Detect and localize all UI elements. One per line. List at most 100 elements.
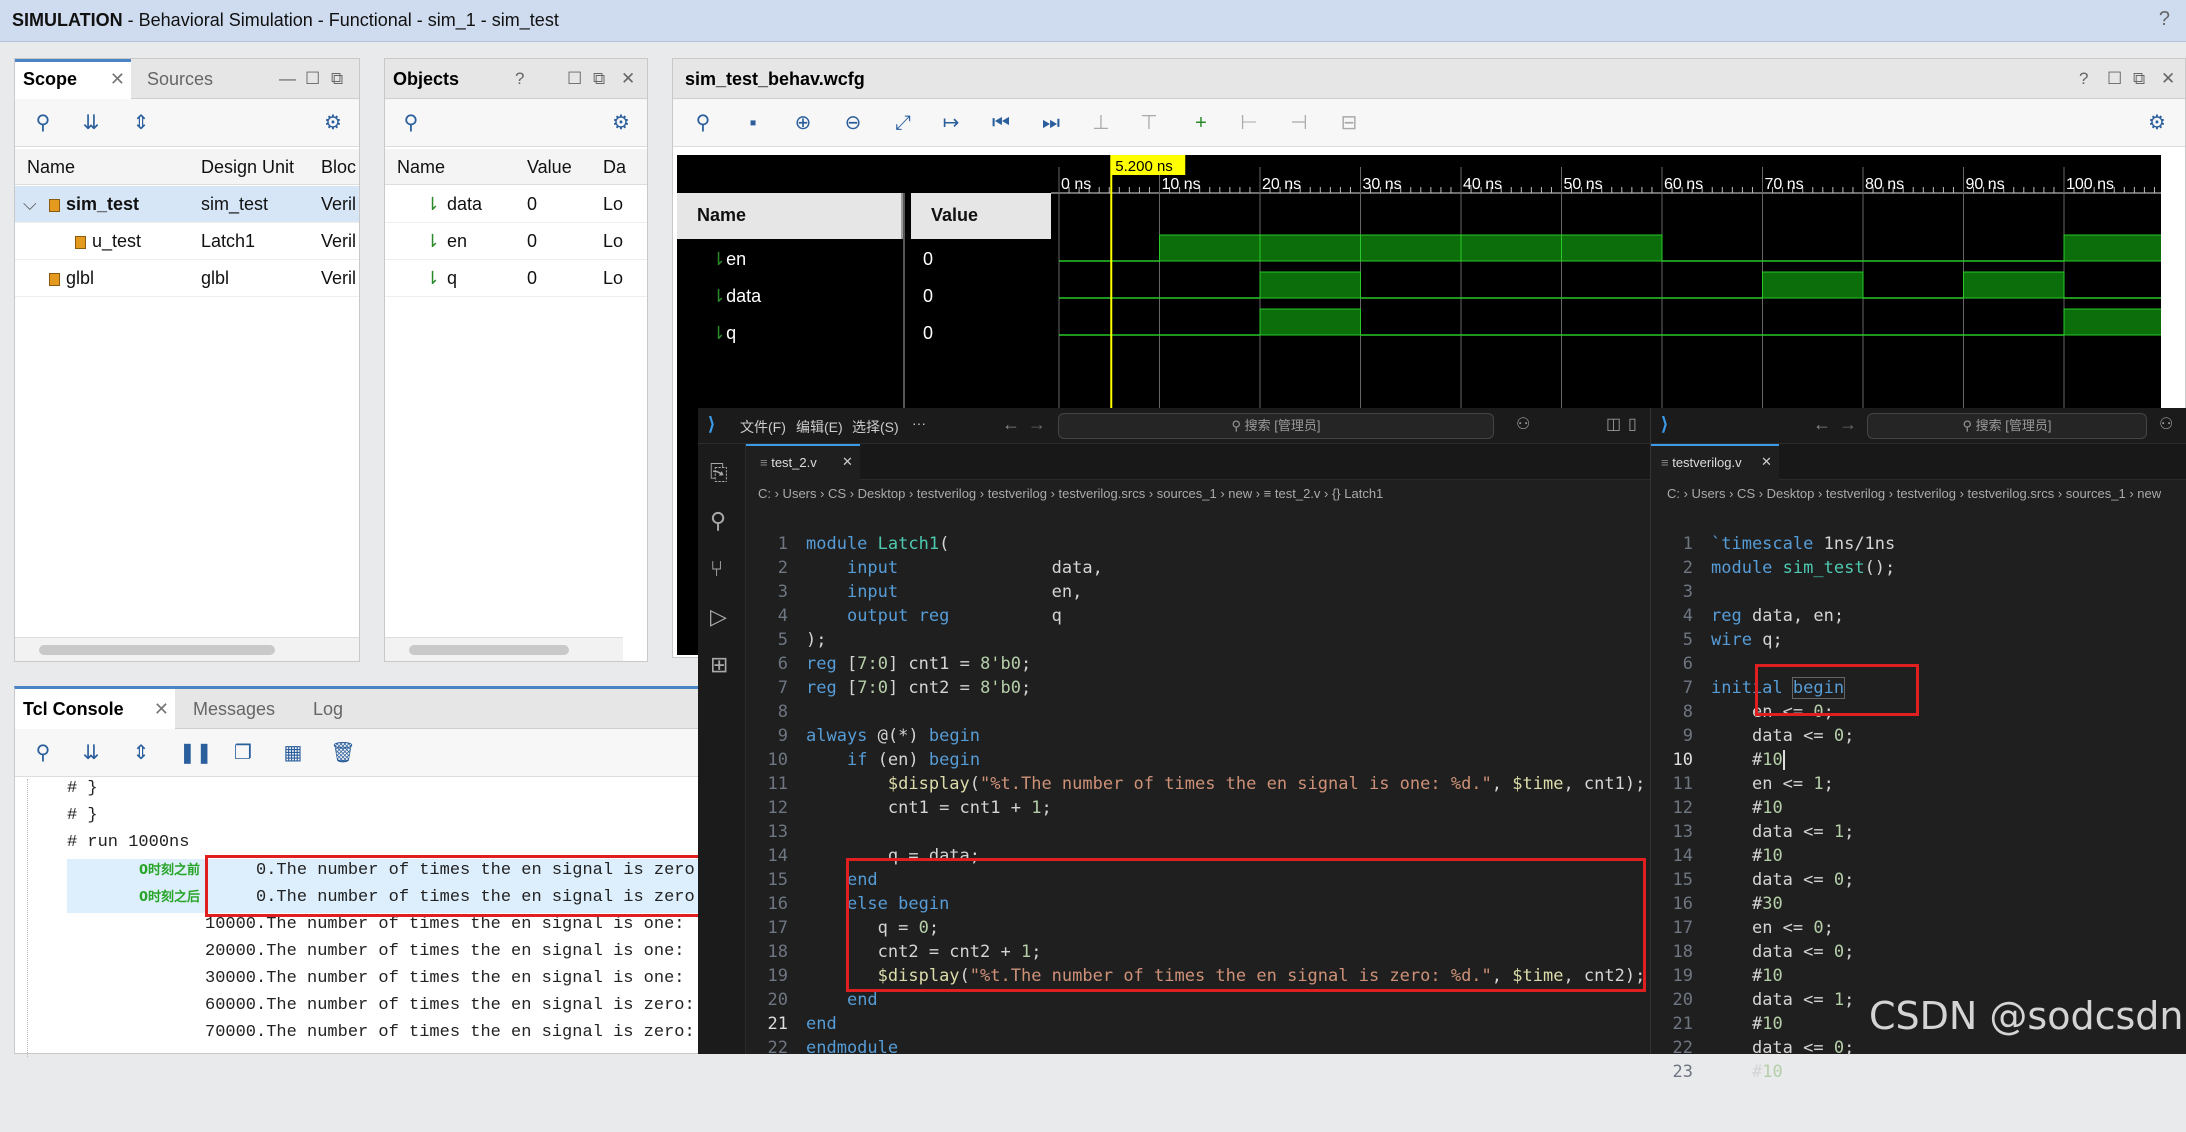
- swap-cursors-icon[interactable]: ⊟: [1335, 109, 1363, 137]
- col-design-unit[interactable]: Design Unit: [201, 157, 294, 178]
- expand-all-icon[interactable]: ⇕: [127, 739, 155, 767]
- tcl-output[interactable]: # } # } # run 1000ns 0时刻之前 0时刻之后 0.The n…: [15, 779, 756, 1057]
- scope-row[interactable]: u_test Latch1 Veril: [15, 223, 359, 260]
- tab-wcfg[interactable]: sim_test_behav.wcfg: [677, 59, 873, 99]
- object-row[interactable]: ⇂ data 0 Lo: [385, 186, 647, 223]
- maximize-icon[interactable]: ☐: [305, 69, 320, 89]
- signal-name-q[interactable]: ⇂q: [711, 323, 736, 344]
- value-header[interactable]: Value: [931, 205, 978, 226]
- help-icon[interactable]: ?: [515, 69, 524, 89]
- name-header-cell: Name: [677, 193, 903, 239]
- horizontal-scrollbar[interactable]: [15, 637, 359, 661]
- trash-icon[interactable]: 🗑: [329, 739, 357, 767]
- float-icon[interactable]: ⧉: [331, 69, 343, 89]
- close-icon[interactable]: ✕: [842, 454, 853, 470]
- tab-log[interactable]: Log: [305, 689, 351, 729]
- close-icon[interactable]: ✕: [621, 69, 635, 89]
- copilot-icon[interactable]: ⚇: [2159, 414, 2173, 434]
- command-search-input[interactable]: ⚲ 搜索 [管理员]: [1867, 413, 2147, 439]
- goto-cursor-icon[interactable]: ↦: [937, 109, 965, 137]
- col-block[interactable]: Bloc: [321, 157, 356, 178]
- gear-icon[interactable]: ⚙: [2143, 109, 2171, 137]
- signal-name-en[interactable]: ⇂en: [711, 249, 746, 270]
- copilot-icon[interactable]: ⚇: [1516, 414, 1530, 434]
- signal-name-data[interactable]: ⇂data: [711, 286, 761, 307]
- back-arrow-icon[interactable]: ←: [1813, 414, 1831, 435]
- object-row[interactable]: ⇂ en 0 Lo: [385, 223, 647, 260]
- scope-row[interactable]: ⌵ sim_test sim_test Veril: [15, 186, 359, 223]
- tab-messages[interactable]: Messages: [185, 689, 283, 729]
- add-marker-icon[interactable]: +: [1187, 109, 1215, 137]
- table-icon[interactable]: ▦: [279, 739, 307, 767]
- explorer-icon[interactable]: ⎘: [710, 460, 728, 486]
- float-icon[interactable]: ⧉: [593, 69, 605, 89]
- search-icon[interactable]: ⚲: [689, 109, 717, 137]
- pause-icon[interactable]: ❚❚: [179, 739, 213, 767]
- horizontal-scrollbar[interactable]: [385, 637, 623, 661]
- zoom-out-icon[interactable]: ⊖: [839, 109, 867, 137]
- scrollbar-thumb[interactable]: [409, 645, 569, 655]
- breadcrumb[interactable]: C: › Users › CS › Desktop › testverilog …: [758, 486, 1383, 501]
- maximize-icon[interactable]: ☐: [2107, 69, 2122, 89]
- search-icon[interactable]: ⚲: [29, 109, 57, 137]
- scrollbar-thumb[interactable]: [39, 645, 275, 655]
- goto-start-icon[interactable]: ⏮: [987, 109, 1015, 137]
- tab-tcl-console[interactable]: Tcl Console ✕: [15, 689, 175, 729]
- minimize-icon[interactable]: —: [279, 69, 296, 89]
- tab-objects[interactable]: Objects: [385, 59, 467, 99]
- forward-arrow-icon[interactable]: →: [1839, 414, 1857, 435]
- menu-file[interactable]: 文件(F): [740, 417, 786, 437]
- search-icon[interactable]: ⚲: [710, 508, 726, 534]
- save-icon[interactable]: ▪: [739, 109, 767, 137]
- gear-icon[interactable]: ⚙: [607, 109, 635, 137]
- next-transition-icon[interactable]: ⊤: [1135, 109, 1163, 137]
- col-name[interactable]: Name: [397, 157, 445, 178]
- col-name[interactable]: Name: [27, 157, 75, 178]
- prev-transition-icon[interactable]: ⊥: [1087, 109, 1115, 137]
- next-marker-icon[interactable]: ⊣: [1285, 109, 1313, 137]
- layout-icon[interactable]: ◫: [1606, 414, 1621, 434]
- close-icon[interactable]: ✕: [2161, 69, 2175, 89]
- panel-icon[interactable]: ▯: [1628, 414, 1637, 434]
- breadcrumb[interactable]: C: › Users › CS › Desktop › testverilog …: [1667, 486, 2161, 501]
- code-editor[interactable]: 1 `timescale 1ns/1ns 2 module sim_test(); 3 4…: [1653, 508, 1896, 1132]
- tab-testverilog[interactable]: ≡ testverilog.v ✕: [1651, 444, 1779, 480]
- collapse-all-icon[interactable]: ⇊: [77, 739, 105, 767]
- scope-row[interactable]: glbl glbl Veril: [15, 260, 359, 297]
- collapse-all-icon[interactable]: ⇊: [77, 109, 105, 137]
- search-icon[interactable]: ⚲: [29, 739, 57, 767]
- maximize-icon[interactable]: ☐: [567, 69, 582, 89]
- tab-scope[interactable]: Scope ✕: [15, 59, 131, 99]
- extensions-icon[interactable]: ⊞: [710, 652, 728, 678]
- gear-icon[interactable]: ⚙: [319, 109, 347, 137]
- source-control-icon[interactable]: ⑂: [710, 556, 723, 582]
- col-value[interactable]: Value: [527, 157, 572, 178]
- back-arrow-icon[interactable]: ←: [1002, 414, 1020, 435]
- close-icon[interactable]: ✕: [110, 62, 125, 96]
- code-editor[interactable]: 1 module Latch1(2 input data, 3 input en, 4…: [748, 508, 1646, 1108]
- zoom-fit-icon[interactable]: ⤢: [889, 109, 917, 137]
- menu-more[interactable]: ···: [912, 415, 926, 431]
- tab-test-2[interactable]: ≡ test_2.v ✕: [746, 444, 860, 480]
- tab-sources[interactable]: Sources: [139, 59, 221, 99]
- help-icon[interactable]: ?: [2159, 8, 2170, 31]
- float-icon[interactable]: ⧉: [2133, 69, 2145, 89]
- object-row[interactable]: ⇂ q 0 Lo: [385, 260, 647, 297]
- close-icon[interactable]: ✕: [154, 689, 169, 729]
- command-search-input[interactable]: ⚲ 搜索 [管理员]: [1058, 413, 1494, 439]
- chevron-down-icon[interactable]: ⌵: [23, 194, 37, 215]
- prev-marker-icon[interactable]: ⊢: [1235, 109, 1263, 137]
- expand-all-icon[interactable]: ⇕: [127, 109, 155, 137]
- col-data-type[interactable]: Da: [603, 157, 626, 178]
- help-icon[interactable]: ?: [2079, 69, 2088, 89]
- menu-select[interactable]: 选择(S): [852, 417, 899, 437]
- search-icon[interactable]: ⚲: [397, 109, 425, 137]
- forward-arrow-icon[interactable]: →: [1028, 414, 1046, 435]
- copy-icon[interactable]: ❐: [229, 739, 257, 767]
- menu-edit[interactable]: 编辑(E): [796, 417, 843, 437]
- name-header[interactable]: Name: [697, 205, 746, 226]
- run-debug-icon[interactable]: ▷: [710, 604, 727, 630]
- zoom-in-icon[interactable]: ⊕: [789, 109, 817, 137]
- close-icon[interactable]: ✕: [1761, 454, 1772, 470]
- goto-end-icon[interactable]: ⏭: [1037, 109, 1065, 137]
